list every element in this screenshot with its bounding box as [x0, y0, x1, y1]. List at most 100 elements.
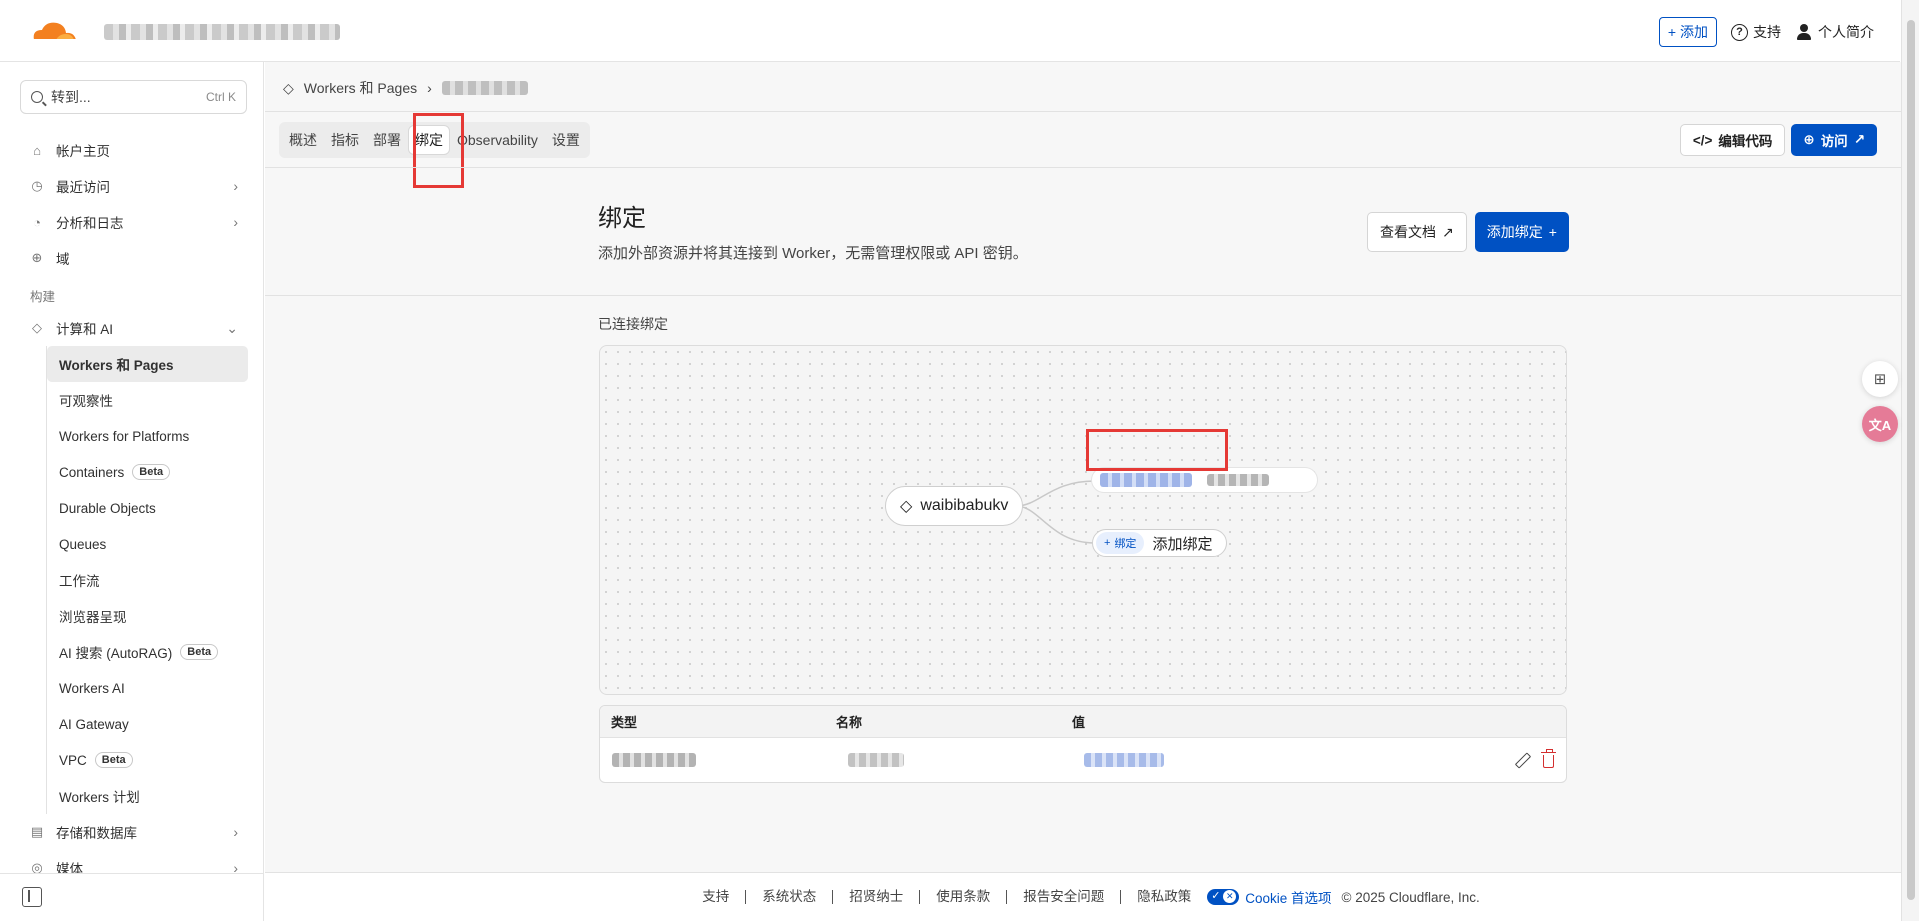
- app-grid-widget-icon[interactable]: ⊞: [1862, 361, 1898, 397]
- external-link-icon: ↗: [1853, 132, 1865, 147]
- account-name-redacted[interactable]: [104, 24, 340, 40]
- footer-privacy-link[interactable]: 隐私政策: [1121, 890, 1207, 904]
- sidebar-item-durable-objects[interactable]: Durable Objects: [47, 490, 248, 526]
- help-icon: ?: [1731, 23, 1748, 41]
- sidebar-item-domains[interactable]: ⊕ 域: [20, 240, 248, 276]
- chevron-right-icon: ›: [427, 80, 432, 96]
- cookie-preferences-link[interactable]: Cookie 首选项: [1207, 887, 1341, 907]
- translate-widget-icon[interactable]: 文A: [1862, 406, 1898, 442]
- profile-menu[interactable]: 个人简介: [1795, 22, 1874, 42]
- beta-badge: Beta: [132, 464, 171, 480]
- support-link[interactable]: ? 支持: [1731, 22, 1781, 42]
- tab-bindings-highlight: [413, 113, 464, 188]
- add-button[interactable]: + 添加: [1658, 17, 1717, 47]
- search-shortcut: Ctrl K: [206, 90, 236, 104]
- sidebar-section-build: 构建: [30, 289, 56, 304]
- divider: [265, 111, 1901, 112]
- binding-name-redacted: [848, 753, 904, 767]
- add-binding-node[interactable]: + 绑定 添加绑定: [1092, 529, 1228, 557]
- sidebar-item-queues[interactable]: Queues: [47, 526, 248, 562]
- tab-observability[interactable]: Observability: [451, 126, 544, 154]
- page-footer: 支持 系统状态 招贤纳士 使用条款 报告安全问题 隐私政策 Cookie 首选项…: [265, 872, 1901, 921]
- column-type: 类型: [611, 715, 638, 730]
- page-scrollbar[interactable]: [1901, 0, 1919, 921]
- external-link-icon: ↗: [1442, 223, 1454, 240]
- chevron-right-icon: ›: [233, 824, 238, 840]
- sidebar-item-workers-for-platforms[interactable]: Workers for Platforms: [47, 418, 248, 454]
- scrollbar-thumb[interactable]: [1907, 20, 1915, 900]
- bindings-graph-canvas[interactable]: ◇ waibibabukv + 绑定 添加绑定: [599, 345, 1567, 695]
- worker-node[interactable]: ◇ waibibabukv: [885, 486, 1024, 526]
- home-icon: ⌂: [33, 142, 41, 158]
- add-binding-node-highlight: [1086, 429, 1228, 471]
- code-icon: </>: [1692, 132, 1713, 148]
- sidebar-item-workflows[interactable]: 工作流: [47, 562, 248, 598]
- sidebar-item-workers-pages[interactable]: Workers 和 Pages: [47, 346, 248, 382]
- globe-icon: ⊕: [1803, 132, 1815, 147]
- footer-careers-link[interactable]: 招贤纳士: [833, 890, 921, 904]
- table-row: [600, 738, 1566, 782]
- sidebar-item-account-home[interactable]: ⌂ 帐户主页: [20, 132, 248, 168]
- sidebar-item-ai-gateway[interactable]: AI Gateway: [47, 706, 248, 742]
- compute-submenu: Workers 和 Pages 可观察性 Workers for Platfor…: [46, 346, 248, 814]
- workers-icon: ◇: [32, 320, 42, 335]
- sidebar-nav: ⌂ 帐户主页 ◷ 最近访问 › ◔ 分析和日志 › ⊕ 域 构建 ◇ 计算和 A…: [20, 132, 248, 886]
- binding-chip: + 绑定: [1096, 532, 1145, 554]
- breadcrumb: ◇ Workers 和 Pages ›: [283, 78, 528, 98]
- sidebar-item-observability[interactable]: 可观察性: [47, 382, 248, 418]
- sidebar-item-recent[interactable]: ◷ 最近访问 ›: [20, 168, 248, 204]
- top-bar: + 添加 ? 支持 个人简介: [0, 0, 1900, 62]
- plus-icon: +: [1667, 24, 1676, 40]
- bindings-table: 类型 名称 值: [599, 705, 1567, 783]
- tab-metrics[interactable]: 指标: [325, 126, 365, 154]
- sidebar-footer: [0, 873, 263, 921]
- database-icon: ▤: [30, 824, 44, 839]
- sidebar: 转到... Ctrl K ⌂ 帐户主页 ◷ 最近访问 › ◔ 分析和日志 › ⊕…: [0, 62, 264, 921]
- footer-terms-link[interactable]: 使用条款: [920, 890, 1008, 904]
- tab-settings[interactable]: 设置: [546, 126, 586, 154]
- edit-code-button[interactable]: </> 编辑代码: [1679, 124, 1786, 156]
- sidebar-item-workers-ai[interactable]: Workers AI: [47, 670, 248, 706]
- footer-support-link[interactable]: 支持: [686, 890, 747, 904]
- visit-button[interactable]: ⊕ 访问 ↗: [1791, 124, 1877, 156]
- workers-icon: ◇: [900, 498, 913, 515]
- search-icon: [31, 91, 43, 103]
- existing-binding-node-redacted[interactable]: [1092, 468, 1317, 492]
- sidebar-item-ai-search[interactable]: AI 搜索 (AutoRAG) Beta: [47, 634, 248, 670]
- tab-overview[interactable]: 概述: [283, 126, 323, 154]
- privacy-toggle-icon: [1207, 889, 1240, 905]
- beta-badge: Beta: [180, 644, 219, 660]
- connected-bindings-label: 已连接绑定: [598, 316, 668, 332]
- footer-report-security-link[interactable]: 报告安全问题: [1007, 890, 1122, 904]
- user-icon: [1795, 23, 1813, 41]
- tab-deployments[interactable]: 部署: [367, 126, 407, 154]
- sidebar-item-containers[interactable]: Containers Beta: [47, 454, 248, 490]
- binding-value-redacted[interactable]: [1084, 753, 1164, 767]
- plus-icon: +: [1104, 537, 1111, 549]
- page-subtitle: 添加外部资源并将其连接到 Worker，无需管理权限或 API 密钥。: [598, 245, 1028, 262]
- sidebar-item-browser-rendering[interactable]: 浏览器呈现: [47, 598, 248, 634]
- sidebar-item-workers-plans[interactable]: Workers 计划: [47, 778, 248, 814]
- sidebar-item-compute-ai[interactable]: ◇ 计算和 AI ⌄: [20, 310, 248, 346]
- divider: [265, 295, 1901, 296]
- plus-icon: +: [1548, 224, 1557, 240]
- sidebar-item-vpc[interactable]: VPC Beta: [47, 742, 248, 778]
- edit-icon[interactable]: [1515, 753, 1529, 767]
- view-docs-button[interactable]: 查看文档 ↗: [1367, 212, 1467, 252]
- chevron-down-icon: ⌄: [226, 319, 238, 336]
- footer-status-link[interactable]: 系统状态: [746, 890, 834, 904]
- sidebar-item-analytics[interactable]: ◔ 分析和日志 ›: [20, 204, 248, 240]
- beta-badge: Beta: [94, 752, 133, 768]
- sidebar-item-storage[interactable]: ▤ 存储和数据库 ›: [20, 814, 248, 850]
- binding-type-redacted: [612, 753, 696, 767]
- chevron-right-icon: ›: [233, 214, 238, 230]
- collapse-sidebar-icon[interactable]: [22, 887, 42, 907]
- breadcrumb-workers-pages[interactable]: Workers 和 Pages: [304, 78, 417, 98]
- goto-search-input[interactable]: 转到... Ctrl K: [20, 80, 247, 114]
- copyright: © 2025 Cloudflare, Inc.: [1341, 889, 1480, 905]
- column-value: 值: [1072, 715, 1086, 730]
- delete-icon[interactable]: [1541, 748, 1556, 768]
- table-header: 类型 名称 值: [600, 706, 1566, 738]
- add-binding-button[interactable]: 添加绑定 +: [1474, 212, 1569, 252]
- cloudflare-logo[interactable]: [26, 18, 82, 46]
